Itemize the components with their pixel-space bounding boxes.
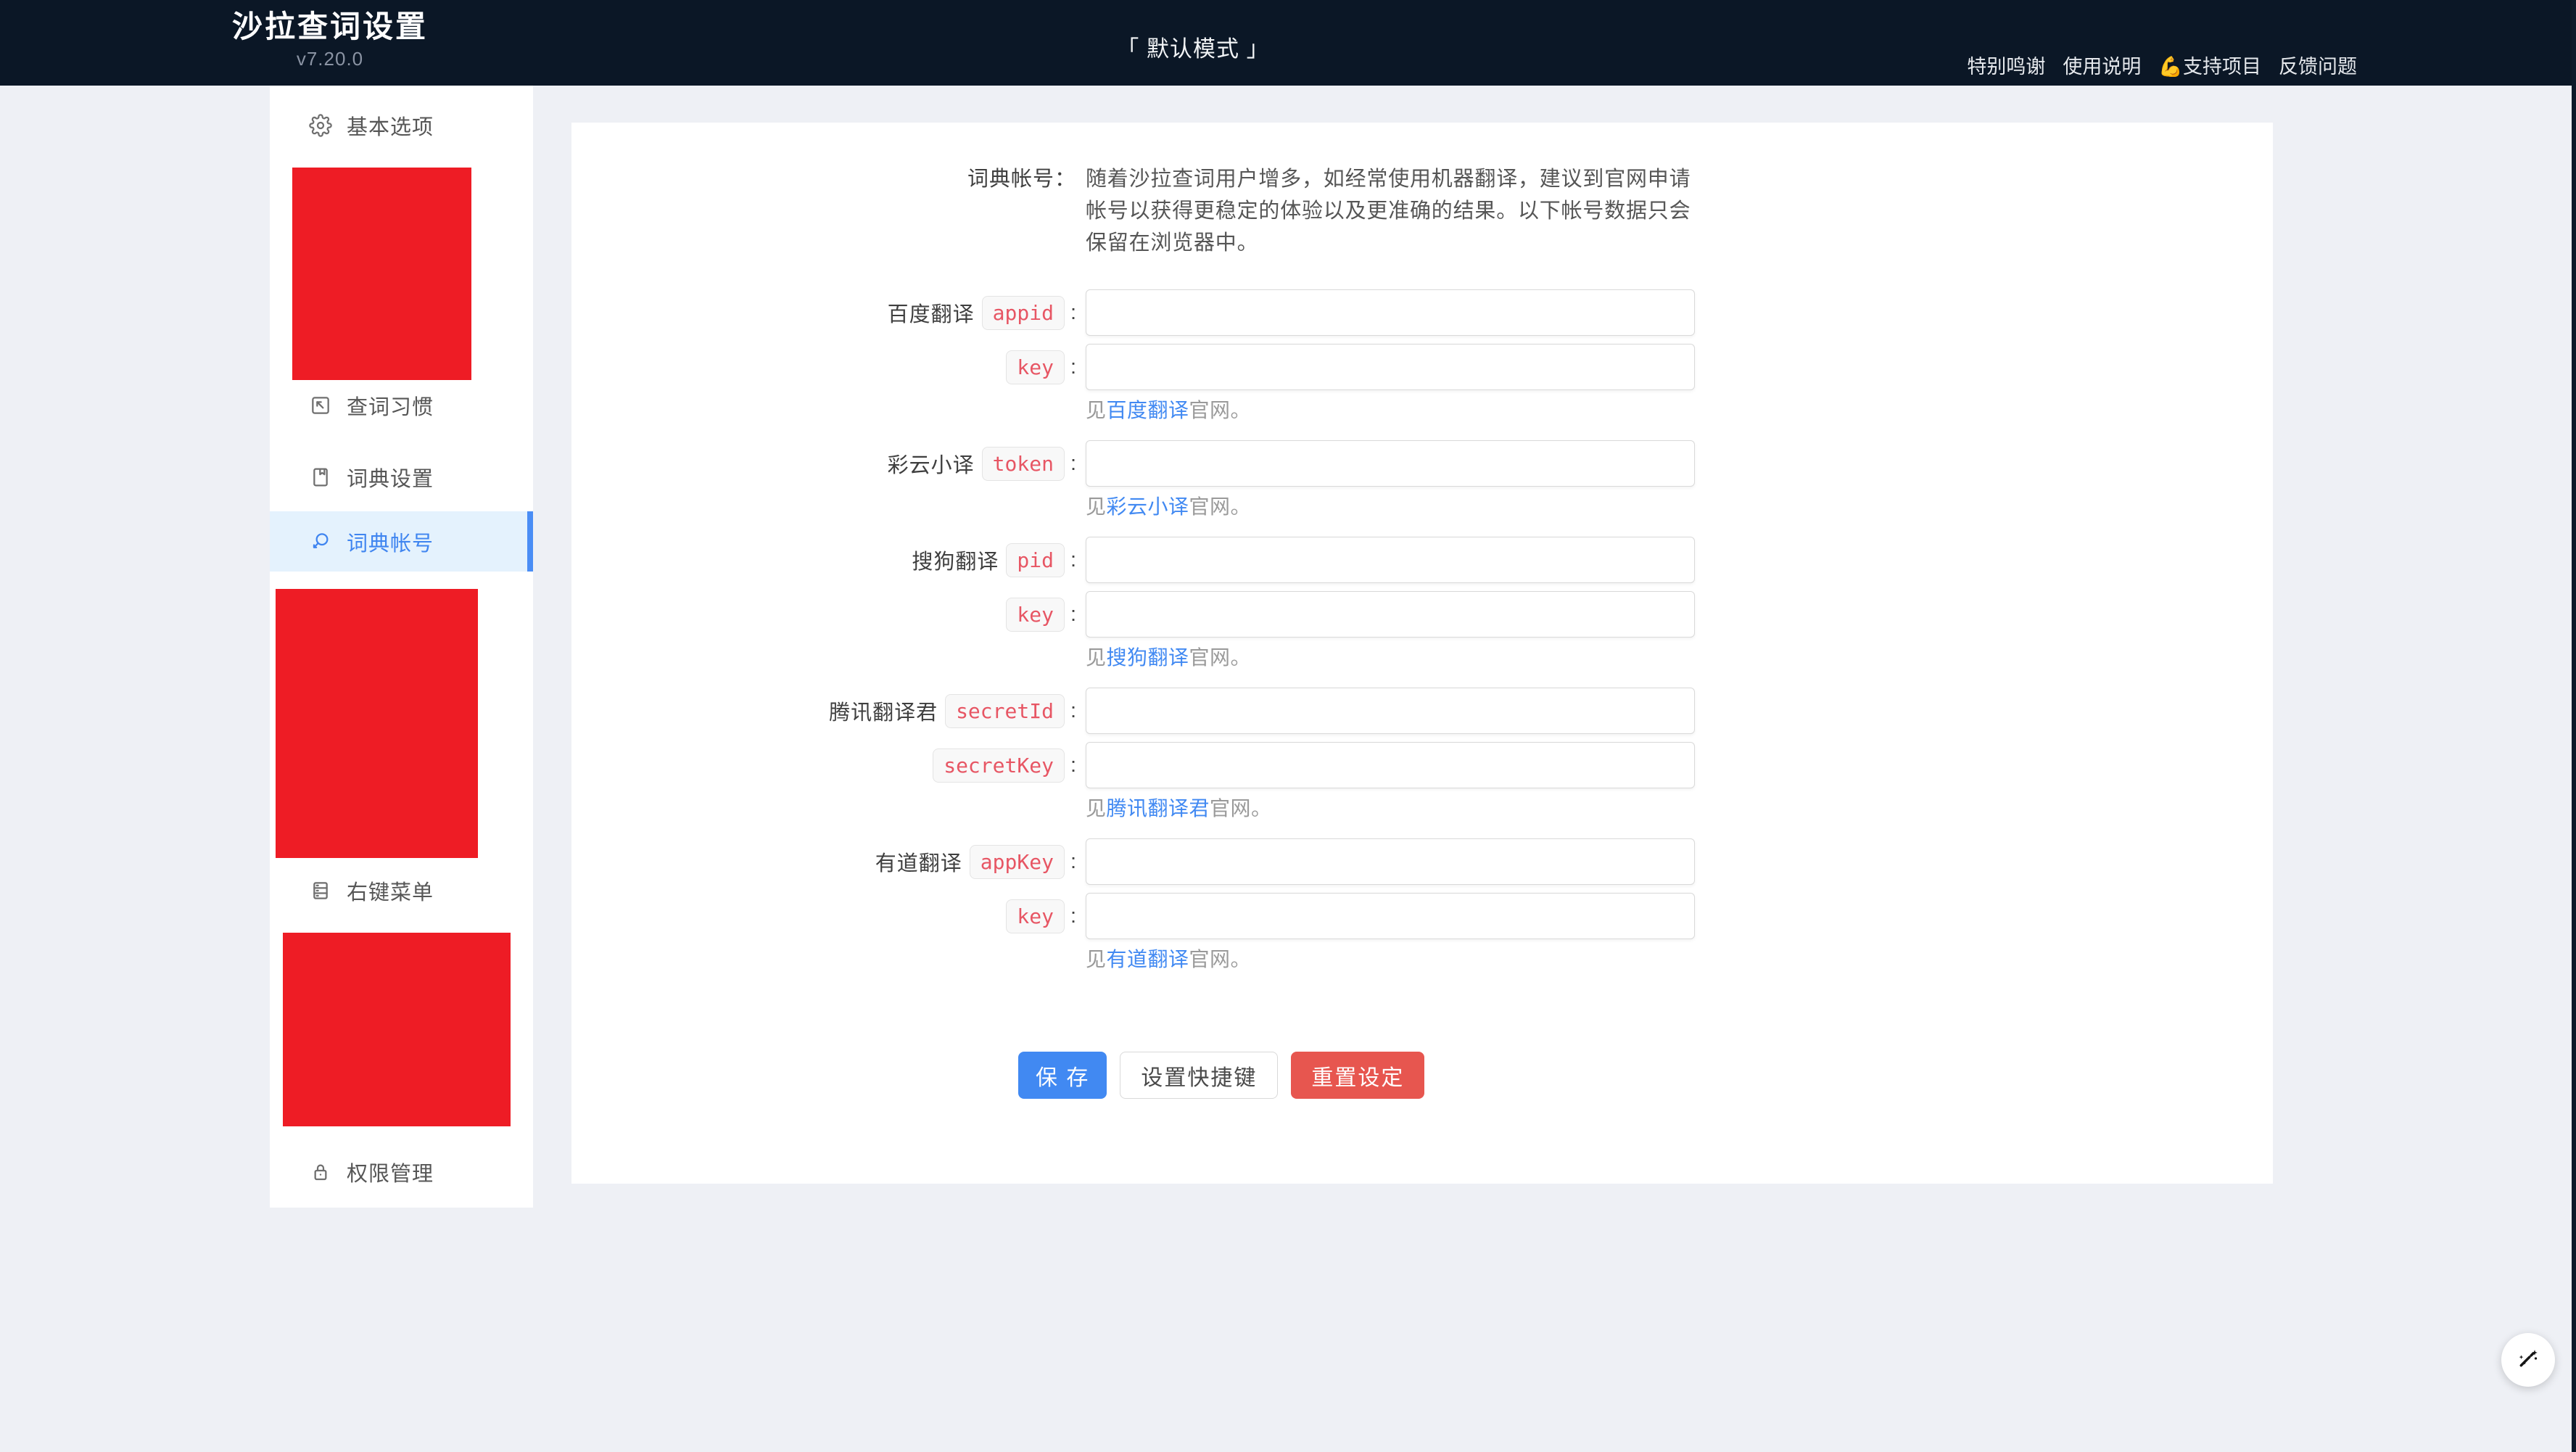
header-link-support[interactable]: 💪支持项目	[2158, 51, 2261, 79]
header-link-feedback[interactable]: 反馈问题	[2279, 51, 2357, 79]
quick-actions-fab[interactable]	[2501, 1333, 2555, 1387]
sidebar-item-dict-settings[interactable]: 词典设置	[270, 447, 533, 507]
provider-label: 彩云小译	[888, 448, 975, 479]
form-row: 腾讯翻译君 secretId :	[571, 688, 2273, 734]
section-dict-accounts: 词典帐号： 随着沙拉查词用户增多，如经常使用机器翻译，建议到官网申请帐号以获得更…	[571, 163, 2273, 259]
sidebar-item-label: 基本选项	[347, 110, 434, 141]
group-sogou: 搜狗翻译 pid : key : 见搜狗翻译官网。	[571, 537, 2273, 670]
search-icon	[309, 530, 332, 553]
gear-icon	[309, 114, 332, 137]
provider-note: 见彩云小译官网。	[1086, 495, 2273, 519]
sidebar: 基本选项 查词习惯 词典设置 词典帐号	[270, 86, 533, 1208]
sidebar-item-lookup-habits[interactable]: 查词习惯	[270, 375, 533, 435]
sidebar-item-permissions[interactable]: 权限管理	[270, 1142, 533, 1202]
sidebar-item-basic-options[interactable]: 基本选项	[270, 95, 533, 155]
baidu-appid-input[interactable]	[1086, 289, 1695, 336]
form-row: 彩云小译 token :	[571, 440, 2273, 487]
save-button[interactable]: 保 存	[1018, 1052, 1107, 1099]
app-version: v7.20.0	[232, 48, 428, 70]
field-tag: key	[1006, 350, 1065, 384]
group-baidu: 百度翻译 appid : key : 见百度翻译官网。	[571, 289, 2273, 423]
magic-wand-icon	[2514, 1344, 2543, 1377]
group-youdao: 有道翻译 appKey : key : 见有道翻译官网。	[571, 838, 2273, 972]
caiyun-site-link[interactable]: 彩云小译	[1107, 495, 1189, 518]
provider-note: 见百度翻译官网。	[1086, 398, 2273, 423]
sidebar-item-label: 词典设置	[347, 462, 434, 492]
header-link-credits[interactable]: 特别鸣谢	[1967, 51, 2045, 79]
sidebar-item-context-menu[interactable]: 右键菜单	[270, 860, 533, 920]
cursor-select-icon	[309, 394, 332, 417]
sidebar-promo-image-2[interactable]	[276, 589, 478, 858]
sidebar-item-label: 权限管理	[347, 1157, 434, 1187]
form-row: secretKey :	[571, 742, 2273, 788]
youdao-key-input[interactable]	[1086, 893, 1695, 939]
sogou-pid-input[interactable]	[1086, 537, 1695, 583]
field-tag: token	[982, 447, 1065, 481]
field-tag: secretId	[945, 694, 1065, 728]
settings-panel: 词典帐号： 随着沙拉查词用户增多，如经常使用机器翻译，建议到官网申请帐号以获得更…	[571, 123, 2273, 1184]
youdao-appkey-input[interactable]	[1086, 838, 1695, 885]
field-tag: secretKey	[933, 748, 1065, 783]
field-tag: appKey	[970, 845, 1065, 879]
baidu-key-input[interactable]	[1086, 344, 1695, 390]
sidebar-item-label: 右键菜单	[347, 875, 434, 906]
caiyun-token-input[interactable]	[1086, 440, 1695, 487]
provider-label: 腾讯翻译君	[829, 696, 938, 726]
form-actions: 保 存 设置快捷键 重置设定	[1018, 1052, 2273, 1099]
field-tag: key	[1006, 899, 1065, 933]
provider-note: 见腾讯翻译君官网。	[1086, 796, 2273, 821]
form-row: 有道翻译 appKey :	[571, 838, 2273, 885]
sidebar-item-label: 查词习惯	[347, 390, 434, 421]
mode-label: 「 默认模式 」	[1116, 30, 1269, 63]
field-tag: pid	[1006, 543, 1065, 577]
sidebar-promo-image-3[interactable]	[283, 933, 511, 1126]
tencent-secretid-input[interactable]	[1086, 688, 1695, 734]
group-tencent: 腾讯翻译君 secretId : secretKey : 见腾讯翻译君官网。	[571, 688, 2273, 821]
section-label: 词典帐号：	[571, 163, 1076, 259]
provider-label: 搜狗翻译	[912, 545, 999, 575]
form-row: 百度翻译 appid :	[571, 289, 2273, 336]
sogou-key-input[interactable]	[1086, 591, 1695, 638]
provider-note: 见有道翻译官网。	[1086, 947, 2273, 972]
book-icon	[309, 466, 332, 489]
sidebar-item-label: 词典帐号	[347, 527, 434, 557]
lock-icon	[309, 1160, 332, 1184]
form-row: 搜狗翻译 pid :	[571, 537, 2273, 583]
provider-label: 有道翻译	[875, 846, 962, 877]
group-caiyun: 彩云小译 token : 见彩云小译官网。	[571, 440, 2273, 519]
field-tag: appid	[982, 296, 1065, 330]
sidebar-item-dict-accounts[interactable]: 词典帐号	[270, 511, 533, 572]
baidu-site-link[interactable]: 百度翻译	[1107, 399, 1189, 421]
provider-note: 见搜狗翻译官网。	[1086, 645, 2273, 670]
provider-label: 百度翻译	[888, 297, 975, 328]
field-tag: key	[1006, 598, 1065, 632]
form-row: key :	[571, 591, 2273, 638]
sogou-site-link[interactable]: 搜狗翻译	[1107, 646, 1189, 669]
menu-list-icon	[309, 879, 332, 902]
form-row: key :	[571, 893, 2273, 939]
dark-edge-strip	[2572, 0, 2576, 1452]
app-header: 沙拉查词设置 v7.20.0 「 默认模式 」 特别鸣谢 使用说明 💪支持项目 …	[0, 0, 2576, 86]
sidebar-promo-image-1[interactable]	[292, 168, 471, 380]
section-description: 随着沙拉查词用户增多，如经常使用机器翻译，建议到官网申请帐号以获得更稳定的体验以…	[1086, 163, 1696, 259]
page-title: 沙拉查词设置	[232, 9, 428, 45]
reset-settings-button[interactable]: 重置设定	[1291, 1052, 1424, 1099]
tencent-site-link[interactable]: 腾讯翻译君	[1107, 797, 1210, 820]
youdao-site-link[interactable]: 有道翻译	[1107, 948, 1189, 970]
app-title-block: 沙拉查词设置 v7.20.0	[232, 9, 428, 70]
header-links: 特别鸣谢 使用说明 💪支持项目 反馈问题	[1967, 51, 2357, 79]
tencent-secretkey-input[interactable]	[1086, 742, 1695, 788]
header-link-manual[interactable]: 使用说明	[2063, 51, 2141, 79]
set-shortcuts-button[interactable]: 设置快捷键	[1120, 1052, 1278, 1099]
form-row: key :	[571, 344, 2273, 390]
